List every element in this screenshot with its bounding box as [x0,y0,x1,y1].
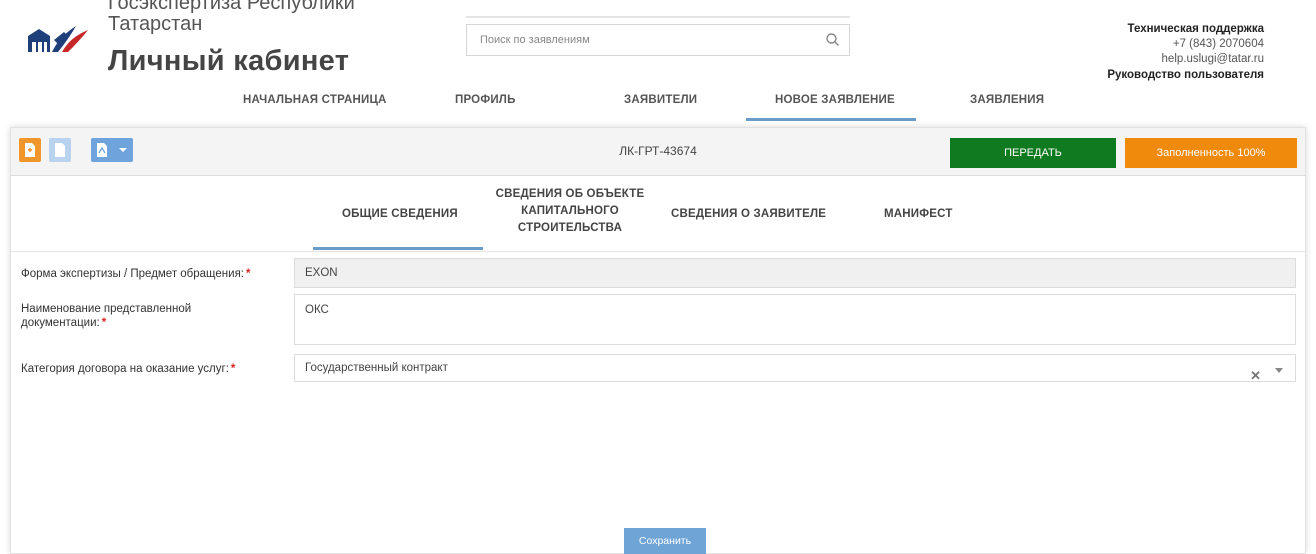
save-button[interactable]: Сохранить [624,528,706,554]
form-row-doc-name: Наименование представленной документации… [11,294,1305,346]
application-panel: ЛК-ГРТ-43674 ПЕРЕДАТЬ Заполненность 100%… [10,127,1306,554]
support-title: Техническая поддержка [1127,23,1264,35]
doc-name-label-line1: Наименование представленной [21,303,192,315]
nav-item-applicants[interactable]: ЗАЯВИТЕЛИ [624,94,697,106]
chevron-down-icon[interactable] [1275,368,1283,373]
org-name-line1: Госэкспертиза Республики [108,0,355,14]
search-input[interactable] [467,25,812,55]
contract-category-label-text: Категория договора на оказание услуг: [21,363,229,375]
support-email[interactable]: help.uslugi@tatar.ru [1107,52,1264,67]
org-name: Госэкспертиза Республики Татарстан [108,0,428,35]
form-row-expertise: Форма экспертизы / Предмет обращения: * E… [11,258,1305,288]
contract-category-label: Категория договора на оказание услуг: * [21,362,235,376]
header: Госэкспертиза Республики Татарстан Личны… [0,0,1316,125]
expertise-form-field[interactable]: EXON [294,258,1296,288]
nav-item-applications[interactable]: ЗАЯВЛЕНИЯ [970,94,1044,106]
main-nav: НАЧАЛЬНАЯ СТРАНИЦА ПРОФИЛЬ ЗАЯВИТЕЛИ НОВ… [0,86,1316,122]
doc-name-textarea[interactable]: ОКС [294,294,1296,345]
nav-item-new-application[interactable]: НОВОЕ ЗАЯВЛЕНИЕ [775,94,895,106]
expertise-form-label: Форма экспертизы / Предмет обращения: * [21,267,250,281]
tab-capital-object-line3: СТРОИТЕЛЬСТВА [517,222,623,234]
contract-category-value: Государственный контракт [305,362,448,374]
required-mark: * [230,363,236,375]
nav-active-indicator [746,118,916,121]
nav-item-home[interactable]: НАЧАЛЬНАЯ СТРАНИЦА [243,94,387,106]
doc-name-label-line2: документации: [21,317,100,329]
page: Госэкспертиза Республики Татарстан Личны… [0,0,1316,554]
tab-general-info[interactable]: ОБЩИЕ СВЕДЕНИЯ [342,206,458,223]
cabinet-title: Личный кабинет [108,45,350,77]
contract-category-select[interactable]: Государственный контракт ✕ [294,354,1296,383]
clear-icon[interactable]: ✕ [1250,363,1261,389]
nav-item-profile[interactable]: ПРОФИЛЬ [455,94,516,106]
search-icon[interactable] [825,32,841,48]
expertise-form-label-text: Форма экспертизы / Предмет обращения: [21,268,244,280]
tab-capital-object-line2: КАПИТАЛЬНОГО [521,205,619,217]
search-topline [466,16,850,18]
tab-capital-object[interactable]: СВЕДЕНИЯ ОБ ОБЪЕКТЕ КАПИТАЛЬНОГО СТРОИТЕ… [495,186,645,237]
form-tabs: ОБЩИЕ СВЕДЕНИЯ СВЕДЕНИЯ ОБ ОБЪЕКТЕ КАПИТ… [11,176,1305,252]
tab-applicant-info[interactable]: СВЕДЕНИЯ О ЗАЯВИТЕЛЕ [671,206,826,223]
completeness-button[interactable]: Заполненность 100% [1125,138,1297,168]
tab-manifest[interactable]: МАНИФЕСТ [884,206,953,223]
search-box [466,24,850,56]
required-mark: * [101,317,107,329]
form-row-contract: Категория договора на оказание услуг: * Г… [11,354,1305,383]
support-block: Техническая поддержка +7 (843) 2070604 h… [1107,22,1264,83]
tab-capital-object-line1: СВЕДЕНИЯ ОБ ОБЪЕКТЕ [495,188,645,200]
doc-name-label: Наименование представленной документации… [21,302,191,330]
user-manual-link[interactable]: Руководство пользователя [1107,68,1264,83]
required-mark: * [246,268,251,280]
toolbar: ЛК-ГРТ-43674 ПЕРЕДАТЬ Заполненность 100% [11,128,1305,176]
org-name-line2: Татарстан [108,13,203,35]
support-phone[interactable]: +7 (843) 2070604 [1107,37,1264,52]
tab-active-indicator [313,247,483,250]
logo-icon [28,26,88,52]
send-button[interactable]: ПЕРЕДАТЬ [950,138,1116,168]
